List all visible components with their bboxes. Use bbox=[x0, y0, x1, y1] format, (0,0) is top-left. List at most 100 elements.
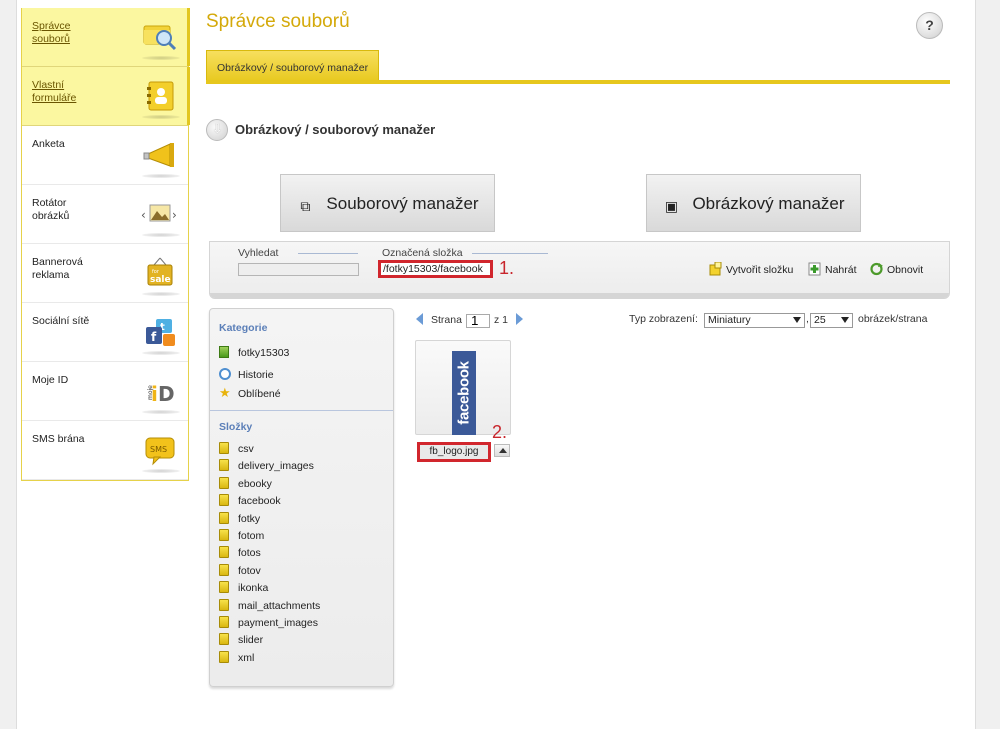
sidebar-item-poll[interactable]: Anketa bbox=[22, 126, 188, 185]
tab-image-file-manager[interactable]: Obrázkový / souborový manažer bbox=[206, 50, 379, 81]
collapse-arrow-icon[interactable] bbox=[206, 119, 228, 141]
upload-plus-icon bbox=[808, 262, 821, 276]
page-label: Strana bbox=[431, 314, 462, 326]
sidebar-item-moje-id[interactable]: Moje ID moje i D bbox=[22, 362, 188, 421]
folder-item[interactable]: xml bbox=[219, 650, 254, 664]
folder-label: ikonka bbox=[238, 582, 269, 595]
help-icon[interactable]: ? bbox=[916, 12, 943, 39]
file-menu-toggle[interactable] bbox=[494, 444, 510, 457]
folder-item[interactable]: fotom bbox=[219, 529, 264, 542]
new-folder-icon bbox=[709, 262, 722, 276]
svg-text:f: f bbox=[151, 330, 157, 344]
search-input[interactable] bbox=[238, 263, 359, 276]
folder-item[interactable]: delivery_images bbox=[219, 459, 314, 472]
folder-icon bbox=[219, 529, 229, 541]
history-link[interactable]: Historie bbox=[219, 368, 274, 381]
folder-item[interactable]: slider bbox=[219, 633, 263, 646]
folder-label: fotos bbox=[238, 547, 261, 560]
sidebar-item-label[interactable]: Vlastní formuláře bbox=[32, 79, 102, 105]
folder-icon bbox=[219, 598, 229, 611]
file-thumbnail[interactable]: facebook bbox=[415, 340, 511, 435]
pagination: Strana z 1 bbox=[416, 313, 523, 328]
thumbnail-text: facebook bbox=[455, 361, 473, 425]
file-manager-button[interactable]: ⧉ Souborový manažer bbox=[280, 174, 495, 232]
divider bbox=[210, 410, 393, 411]
category-label: fotky15303 bbox=[238, 347, 290, 359]
folder-icon bbox=[219, 563, 229, 576]
svg-text:D: D bbox=[158, 382, 175, 406]
folder-icon bbox=[219, 494, 229, 507]
facebook-logo-image: facebook bbox=[452, 351, 476, 435]
folder-item[interactable]: fotos bbox=[219, 546, 261, 559]
sale-banner-icon: for sale bbox=[147, 257, 173, 286]
section-title: Obrázkový / souborový manažer bbox=[235, 122, 436, 137]
image-manager-button[interactable]: ▣ Obrázkový manažer bbox=[646, 174, 861, 232]
folder-icon bbox=[219, 511, 229, 524]
svg-text:i: i bbox=[151, 382, 158, 406]
file-manager-button-label: Souborový manažer bbox=[326, 194, 479, 213]
view-mode-value: Miniatury bbox=[708, 314, 751, 326]
svg-text:›: › bbox=[172, 208, 177, 222]
folder-label: slider bbox=[238, 634, 264, 647]
page-number-input[interactable] bbox=[465, 313, 490, 328]
folder-label: ebooky bbox=[238, 477, 272, 490]
annotation-marker-1: 1. bbox=[499, 258, 515, 278]
folder-item[interactable]: payment_images bbox=[219, 616, 318, 629]
icon-shadow bbox=[142, 233, 180, 237]
divider bbox=[472, 253, 548, 254]
icon-shadow bbox=[142, 410, 180, 414]
folder-icon bbox=[219, 633, 229, 646]
folder-item[interactable]: ebooky bbox=[219, 476, 272, 490]
upload-button[interactable]: Nahrát bbox=[808, 262, 857, 276]
upload-label: Nahrát bbox=[825, 264, 857, 276]
folder-item[interactable]: facebook bbox=[219, 494, 281, 507]
image-manager-button-label: Obrázkový manažer bbox=[692, 194, 845, 213]
folder-icon bbox=[219, 581, 229, 594]
folder-label: fotom bbox=[238, 530, 265, 542]
star-icon: ★ bbox=[219, 385, 231, 400]
sidebar-item-image-rotator[interactable]: Rotátor obrázků ‹ › bbox=[22, 185, 188, 244]
sidebar-item-label[interactable]: Moje ID bbox=[32, 374, 102, 387]
folder-item[interactable]: mail_attachments bbox=[219, 598, 321, 612]
file-name-label[interactable]: fb_logo.jpg bbox=[417, 442, 491, 462]
chevron-down-icon bbox=[793, 317, 801, 323]
create-folder-button[interactable]: Vytvořit složku bbox=[709, 262, 793, 276]
next-page-icon[interactable] bbox=[515, 313, 523, 325]
selected-folder-path: /fotky15303/facebook bbox=[378, 260, 493, 278]
sidebar-item-custom-forms[interactable]: Vlastní formuláře bbox=[22, 67, 190, 126]
folder-label: delivery_images bbox=[238, 460, 314, 473]
sidebar-item-label[interactable]: Rotátor obrázků bbox=[32, 197, 102, 223]
sidebar-item-banner-ads[interactable]: Bannerová reklama for sale bbox=[22, 244, 188, 303]
sidebar-item-label[interactable]: SMS brána bbox=[32, 433, 102, 446]
folder-label: fotky bbox=[238, 512, 261, 525]
folder-item[interactable]: ikonka bbox=[219, 581, 268, 594]
contact-book-icon bbox=[147, 81, 174, 111]
refresh-button[interactable]: Obnovit bbox=[870, 262, 923, 276]
folder-item[interactable]: fotky bbox=[219, 511, 261, 525]
icon-shadow bbox=[142, 292, 180, 296]
folder-item[interactable]: csv bbox=[219, 442, 254, 455]
sidebar-item-file-manager[interactable]: Správce souborů bbox=[22, 8, 190, 67]
sidebar-item-sms-gateway[interactable]: SMS brána SMS bbox=[22, 421, 188, 480]
search-label: Vyhledat bbox=[238, 247, 279, 259]
sms-bubble-icon: SMS bbox=[145, 437, 175, 466]
history-label: Historie bbox=[238, 369, 274, 381]
favorites-link[interactable]: ★ Oblíbené bbox=[219, 385, 281, 401]
refresh-label: Obnovit bbox=[887, 264, 924, 276]
sidebar-item-label[interactable]: Správce souborů bbox=[32, 20, 102, 46]
page-count: z 1 bbox=[493, 314, 508, 326]
folder-label: mail_attachments bbox=[238, 599, 321, 612]
sidebar-item-social-networks[interactable]: Sociální sítě t f bbox=[22, 303, 188, 362]
page-title: Správce souborů bbox=[206, 11, 350, 32]
folder-item[interactable]: fotov bbox=[219, 563, 261, 577]
refresh-icon bbox=[870, 262, 883, 276]
sidebar: Správce souborů Vlastní formuláře Anketa… bbox=[21, 8, 190, 481]
category-item[interactable]: fotky15303 bbox=[219, 346, 289, 359]
view-mode-select[interactable]: Miniatury bbox=[704, 313, 805, 328]
sidebar-item-label[interactable]: Bannerová reklama bbox=[32, 256, 102, 282]
previous-page-icon[interactable] bbox=[416, 313, 423, 325]
copy-files-icon: ⧉ bbox=[300, 198, 311, 214]
sidebar-item-label[interactable]: Anketa bbox=[32, 138, 102, 151]
per-page-select[interactable]: 25 bbox=[810, 313, 853, 328]
sidebar-item-label[interactable]: Sociální sítě bbox=[32, 315, 102, 328]
